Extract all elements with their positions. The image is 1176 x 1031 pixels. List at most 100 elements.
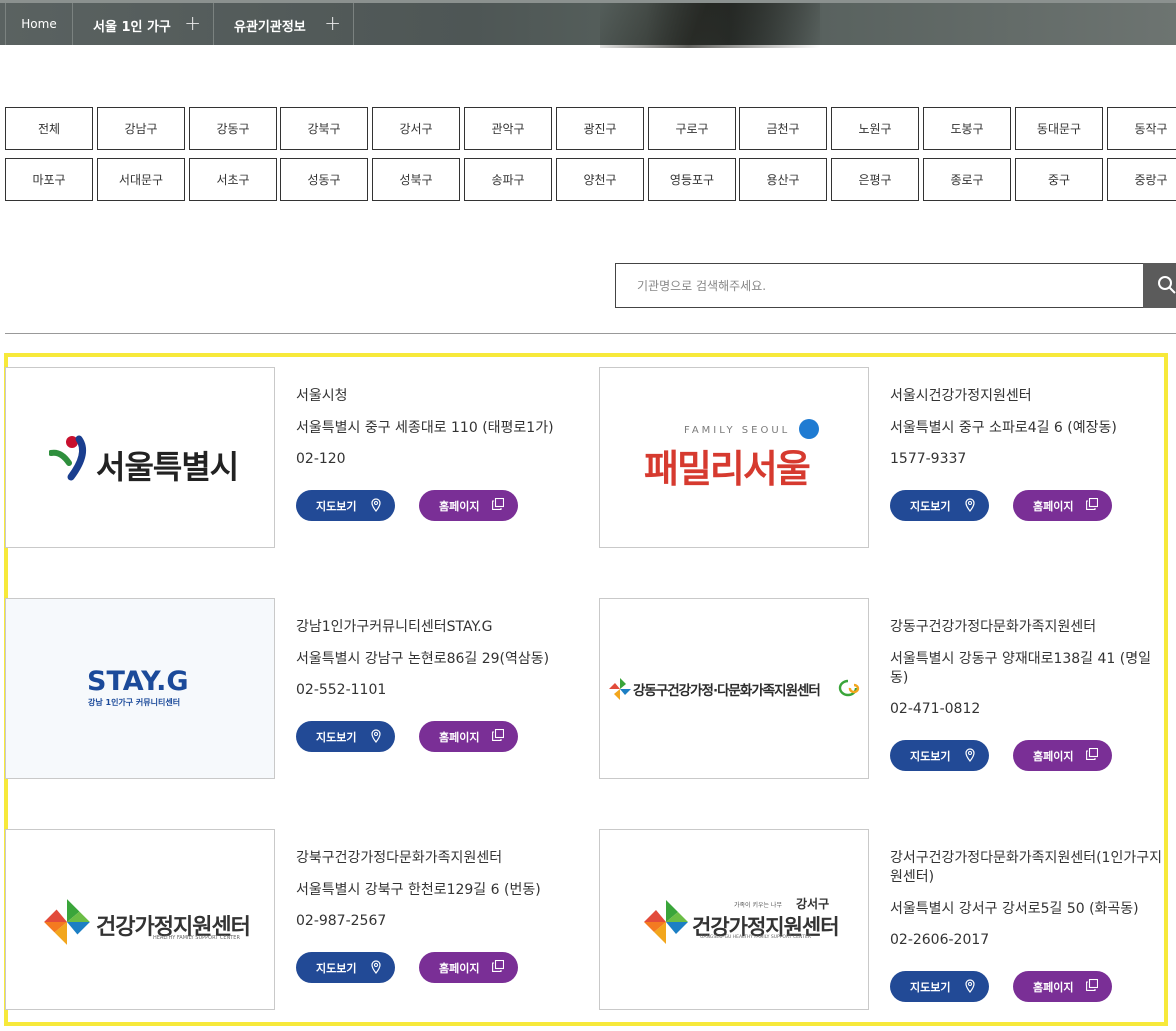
district-filter-button[interactable]: 구로구: [648, 107, 736, 150]
org-phone: 02-552-1101: [296, 682, 387, 698]
district-filter-button[interactable]: 강동구: [189, 107, 277, 150]
external-link-icon: [492, 498, 504, 510]
org-name: 강동구건강가정다문화가족지원센터: [890, 619, 1097, 635]
external-link-icon: [1086, 979, 1098, 991]
nav-menu-single-household[interactable]: 서울 1인 가구 +: [72, 3, 214, 45]
gangseo-logo-subtitle: GANGSEO-GU HEALTHY FAMILY SUPPORT CENTER: [700, 935, 812, 940]
district-filter-button[interactable]: 은평구: [831, 158, 919, 201]
pinwheel-icon: [609, 678, 631, 700]
external-link-icon: [1086, 498, 1098, 510]
org-phone: 02-2606-2017: [890, 932, 990, 948]
org-logo-family-seoul[interactable]: FAMILY SEOUL 패밀리서울: [599, 367, 869, 548]
district-filter-button[interactable]: 전체: [5, 107, 93, 150]
org-address: 서울특별시 중구 세종대로 110 (태평로1가): [296, 420, 554, 436]
org-logo-gangdong[interactable]: 강동구건강가정·다문화가족지원센터: [599, 598, 869, 779]
org-address: 서울특별시 강서구 강서로5길 50 (화곡동): [890, 901, 1139, 917]
homepage-button-label: 홈페이지: [1033, 750, 1074, 763]
homepage-button-label: 홈페이지: [439, 962, 480, 975]
district-filter-button[interactable]: 중랑구: [1107, 158, 1176, 201]
map-button-label: 지도보기: [316, 962, 357, 975]
search-box: [615, 263, 1176, 308]
district-filter-button[interactable]: 동작구: [1107, 107, 1176, 150]
nav-menu-label: 서울 1인 가구: [93, 20, 171, 35]
section-divider: [5, 333, 1176, 334]
district-filter-button[interactable]: 양천구: [556, 158, 644, 201]
org-phone: 02-987-2567: [296, 913, 387, 929]
blue-dot-icon: [799, 419, 819, 439]
district-filter-button[interactable]: 송파구: [464, 158, 552, 201]
search-icon: [1158, 276, 1176, 294]
map-button-label: 지도보기: [910, 500, 951, 513]
homepage-button[interactable]: 홈페이지: [1013, 490, 1112, 521]
district-filter-button[interactable]: 종로구: [923, 158, 1011, 201]
district-filter-button[interactable]: 영등포구: [648, 158, 736, 201]
org-phone: 02-120: [296, 451, 346, 467]
district-filter-button[interactable]: 성북구: [372, 158, 460, 201]
homepage-button-label: 홈페이지: [1033, 981, 1074, 994]
homepage-button-label: 홈페이지: [439, 500, 480, 513]
org-logo-stayg[interactable]: STAY.G 강남 1인가구 커뮤니티센터: [5, 598, 275, 779]
map-button-label: 지도보기: [910, 750, 951, 763]
family-seoul-subtitle: FAMILY SEOUL: [684, 425, 791, 436]
map-button-label: 지도보기: [910, 981, 951, 994]
org-address: 서울특별시 강북구 한천로129길 6 (번동): [296, 882, 541, 898]
map-button[interactable]: 지도보기: [296, 490, 395, 521]
district-filter-button[interactable]: 서초구: [189, 158, 277, 201]
org-name: 서울시건강가정지원센터: [890, 388, 1032, 404]
location-pin-icon: [965, 979, 975, 993]
gangseo-tagline-small: 가족이 키우는 나무: [734, 902, 782, 909]
org-address: 서울특별시 강남구 논현로86길 29(역삼동): [296, 651, 550, 667]
plus-icon[interactable]: +: [324, 11, 341, 35]
org-name: 강남1인가구커뮤니티센터STAY.G: [296, 619, 493, 635]
district-filter-button[interactable]: 도봉구: [923, 107, 1011, 150]
nav-home-link[interactable]: Home: [5, 3, 73, 45]
location-pin-icon: [965, 498, 975, 512]
district-filter-grid: 전체 강남구 강동구 강북구 강서구 관악구 광진구 구로구 금천구 노원구 도봉구 동대문구 동작구마…: [5, 107, 1176, 201]
seoul-logo-text: 서울특별시: [96, 448, 239, 486]
district-filter-button[interactable]: 강북구: [280, 107, 368, 150]
location-pin-icon: [371, 960, 381, 974]
homepage-button[interactable]: 홈페이지: [1013, 740, 1112, 771]
district-filter-button[interactable]: 강남구: [97, 107, 185, 150]
homepage-button[interactable]: 홈페이지: [419, 952, 518, 983]
org-logo-seoul-city[interactable]: 서울특별시: [5, 367, 275, 548]
search-input[interactable]: [616, 264, 1144, 307]
homepage-button[interactable]: 홈페이지: [419, 721, 518, 752]
district-filter-button[interactable]: 중구: [1015, 158, 1103, 201]
top-navigation-bar: Home 서울 1인 가구 + 유관기관정보 +: [0, 0, 1176, 48]
district-filter-button[interactable]: 금천구: [739, 107, 827, 150]
map-button[interactable]: 지도보기: [296, 952, 395, 983]
district-filter-button[interactable]: 용산구: [739, 158, 827, 201]
org-logo-gangseo[interactable]: 가족이 키우는 나무 강서구 건강가정지원센터 GANGSEO-GU HEALT…: [599, 829, 869, 1010]
district-filter-button[interactable]: 노원구: [831, 107, 919, 150]
district-filter-button[interactable]: 동대문구: [1015, 107, 1103, 150]
district-filter-button[interactable]: 마포구: [5, 158, 93, 201]
location-pin-icon: [965, 748, 975, 762]
org-phone: 1577-9337: [890, 451, 967, 467]
district-filter-button[interactable]: 서대문구: [97, 158, 185, 201]
district-filter-button[interactable]: 광진구: [556, 107, 644, 150]
location-pin-icon: [371, 498, 381, 512]
org-name: 강서구건강가정다문화가족지원센터(1인가구지원센터): [890, 850, 1162, 885]
location-pin-icon: [371, 729, 381, 743]
homepage-button[interactable]: 홈페이지: [419, 490, 518, 521]
homepage-button-label: 홈페이지: [1033, 500, 1074, 513]
external-link-icon: [492, 960, 504, 972]
map-button[interactable]: 지도보기: [890, 971, 989, 1002]
map-button[interactable]: 지도보기: [890, 490, 989, 521]
nav-menu-label: 유관기관정보: [234, 20, 306, 35]
district-filter-button[interactable]: 성동구: [280, 158, 368, 201]
map-button[interactable]: 지도보기: [890, 740, 989, 771]
swirl-icon: [838, 679, 860, 697]
map-button[interactable]: 지도보기: [296, 721, 395, 752]
plus-icon[interactable]: +: [184, 11, 201, 35]
homepage-button[interactable]: 홈페이지: [1013, 971, 1112, 1002]
pinwheel-icon: [44, 899, 90, 945]
search-button[interactable]: [1143, 263, 1176, 308]
org-logo-gangbuk[interactable]: 건강가정지원센터 HEALTHY FAMILY SUPPORT CENTER: [5, 829, 275, 1010]
district-filter-button[interactable]: 관악구: [464, 107, 552, 150]
nav-menu-related-agencies[interactable]: 유관기관정보 +: [213, 3, 354, 45]
pinwheel-icon: [644, 900, 688, 944]
district-filter-button[interactable]: 강서구: [372, 107, 460, 150]
gangseo-tagline: 강서구: [796, 897, 830, 911]
